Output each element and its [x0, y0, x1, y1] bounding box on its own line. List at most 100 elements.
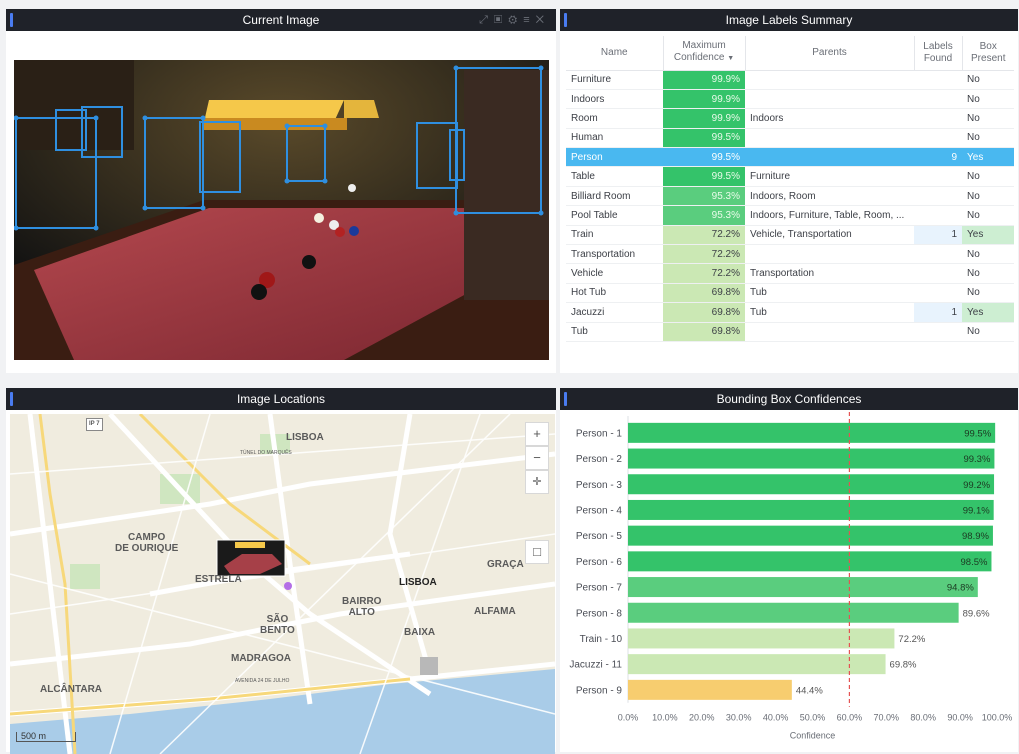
- table-row[interactable]: Table 99.5% Furniture No: [566, 166, 1014, 187]
- parents-cell: Vehicle, Transportation: [745, 225, 914, 246]
- labels-found-cell: [914, 108, 962, 129]
- x-tick-label: 10.0%: [652, 713, 678, 723]
- labels-found-cell: 1: [914, 225, 962, 246]
- confidence-cell: 72.2%: [663, 263, 745, 284]
- bar-value-label: 69.8%: [890, 660, 917, 671]
- bar-value-label: 44.4%: [796, 685, 823, 696]
- bar-value-label: 99.2%: [963, 480, 990, 491]
- expand-icon[interactable]: ⤢: [479, 14, 494, 26]
- table-row[interactable]: Room 99.9% Indoors No: [566, 108, 1014, 129]
- table-row[interactable]: Pool Table 95.3% Indoors, Furniture, Table…: [566, 205, 1014, 226]
- bar-value-label: 99.3%: [963, 454, 990, 465]
- confidence-bar: [628, 422, 996, 443]
- labels-found-cell: [914, 166, 962, 187]
- bbox-confidence-chart: Person - 1 99.5% Person - 2 99.3% Person - 3…: [569, 412, 1013, 741]
- table-row[interactable]: Vehicle 72.2% Transportation No: [566, 263, 1014, 284]
- current-image-header: Current Image ⤢▣⚙≡✕: [6, 9, 556, 31]
- parents-cell: [745, 128, 914, 149]
- bar-category-label: Person - 7: [576, 583, 623, 594]
- confidence-bar: [628, 474, 995, 495]
- x-tick-label: 100.0%: [982, 713, 1013, 723]
- box-present-cell: No: [962, 89, 1014, 110]
- col-parents[interactable]: Parents: [745, 36, 915, 71]
- labels-found-cell: 1: [914, 302, 962, 323]
- map-label-baixa: BAIXA: [404, 627, 436, 638]
- x-tick-label: 60.0%: [837, 713, 863, 723]
- zoom-in-button[interactable]: +: [525, 422, 549, 446]
- box-present-cell: No: [962, 283, 1014, 304]
- confidence-bar: [628, 679, 792, 700]
- save-icon[interactable]: ▣: [494, 14, 508, 26]
- label-name-cell: Room: [566, 108, 663, 129]
- close-icon[interactable]: ✕: [536, 14, 550, 26]
- parents-cell: [745, 89, 914, 110]
- table-row[interactable]: Train 72.2% Vehicle, Transportation 1 Yes: [566, 225, 1014, 246]
- labels-summary-title: Image Labels Summary: [725, 13, 853, 27]
- confidence-bar: [628, 551, 992, 572]
- parents-cell: Tub: [745, 302, 914, 323]
- box-present-cell: No: [962, 166, 1014, 187]
- labels-found-cell: [914, 186, 962, 207]
- select-box-icon[interactable]: □: [525, 540, 549, 564]
- map-label-ip7: IP 7: [86, 418, 103, 431]
- col-labels-found[interactable]: Labels Found: [914, 36, 963, 71]
- table-row[interactable]: Human 99.5% No: [566, 128, 1014, 149]
- label-name-cell: Vehicle: [566, 263, 663, 284]
- box-present-cell: No: [962, 205, 1014, 226]
- map-label-lisboa-north: LISBOA: [286, 432, 324, 443]
- confidence-bar: [628, 499, 994, 520]
- bar-category-label: Person - 3: [576, 480, 623, 491]
- table-row[interactable]: Billiard Room 95.3% Indoors, Room No: [566, 186, 1014, 207]
- table-row[interactable]: Person 99.5% 9 Yes: [566, 147, 1014, 168]
- label-name-cell: Jacuzzi: [566, 302, 663, 323]
- menu-icon[interactable]: ≡: [523, 14, 535, 26]
- table-row[interactable]: Jacuzzi 69.8% Tub 1 Yes: [566, 302, 1014, 323]
- crosshair-icon[interactable]: ✛: [525, 470, 549, 494]
- labels-found-cell: [914, 263, 962, 284]
- table-row[interactable]: Indoors 99.9% No: [566, 89, 1014, 110]
- box-present-cell: Yes: [962, 147, 1014, 168]
- bar-category-label: Train - 10: [580, 634, 623, 645]
- x-tick-label: 0.0%: [618, 713, 639, 723]
- label-name-cell: Hot Tub: [566, 283, 663, 304]
- x-tick-label: 90.0%: [947, 713, 973, 723]
- bar-category-label: Person - 5: [576, 531, 623, 542]
- labels-summary-header: Image Labels Summary: [560, 9, 1018, 31]
- current-image-title: Current Image: [242, 13, 320, 27]
- table-row[interactable]: Tub 69.8% No: [566, 322, 1014, 342]
- bar-category-label: Person - 2: [576, 454, 623, 465]
- panel-accent: [10, 392, 13, 406]
- label-name-cell: Train: [566, 225, 663, 246]
- table-row[interactable]: Hot Tub 69.8% Tub No: [566, 283, 1014, 304]
- table-row[interactable]: Transportation 72.2% No: [566, 244, 1014, 265]
- label-name-cell: Human: [566, 128, 663, 149]
- col-max-confidence[interactable]: Maximum Confidence ▼: [663, 36, 746, 71]
- parents-cell: Indoors, Room: [745, 186, 914, 207]
- confidence-bar: [628, 577, 978, 598]
- map-label-madragoa: MADRAGOA: [231, 653, 291, 664]
- bbox-confidences-title: Bounding Box Confidences: [716, 392, 862, 406]
- bar-value-label: 72.2%: [898, 634, 925, 645]
- map-view[interactable]: LISBOA TÚNEL DO MARQUÊS CAMPO DE OURIQUE…: [10, 414, 555, 754]
- x-axis-title: Confidence: [790, 731, 836, 741]
- map-label-estrela: ESTRELA: [195, 574, 242, 585]
- x-tick-label: 20.0%: [689, 713, 715, 723]
- box-present-cell: Yes: [962, 225, 1014, 246]
- confidence-cell: 95.3%: [663, 205, 745, 226]
- confidence-bar: [628, 448, 995, 469]
- parents-cell: [745, 244, 914, 265]
- label-name-cell: Transportation: [566, 244, 663, 265]
- panel-accent: [564, 392, 567, 406]
- col-name[interactable]: Name: [566, 36, 664, 71]
- confidence-cell: 99.5%: [663, 128, 745, 149]
- map-label-sao-bento: SÃO BENTO: [260, 614, 295, 636]
- table-row[interactable]: Furniture 99.9% No: [566, 70, 1014, 90]
- labels-found-cell: [914, 89, 962, 110]
- labels-found-cell: [914, 283, 962, 304]
- bar-value-label: 99.5%: [964, 428, 991, 439]
- gear-icon[interactable]: ⚙: [508, 14, 523, 26]
- zoom-out-button[interactable]: −: [525, 446, 549, 470]
- confidence-cell: 99.5%: [663, 166, 745, 187]
- col-box-present[interactable]: Box Present: [962, 36, 1014, 71]
- parents-cell: Tub: [745, 283, 914, 304]
